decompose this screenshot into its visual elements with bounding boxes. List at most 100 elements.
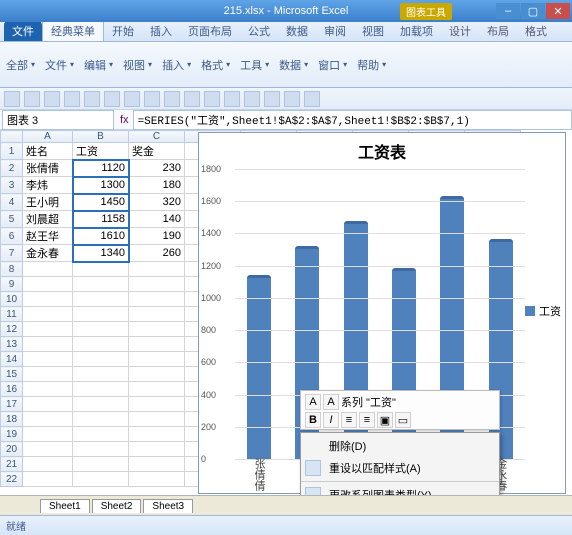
cell[interactable]: 1340 — [73, 245, 129, 262]
menu-edit[interactable]: 编辑 — [84, 57, 113, 73]
maximize-button[interactable]: ▢ — [521, 3, 545, 19]
cell[interactable]: 230 — [129, 160, 185, 177]
cell[interactable]: 赵王华 — [23, 228, 73, 245]
tab-file[interactable]: 文件 — [4, 21, 42, 41]
tab-classic-menu[interactable]: 经典菜单 — [42, 20, 104, 41]
sheet-tab[interactable]: Sheet2 — [92, 499, 142, 513]
tab-format[interactable]: 格式 — [517, 21, 555, 41]
chart-bar[interactable] — [247, 279, 271, 459]
cell[interactable]: 1610 — [73, 228, 129, 245]
menu-tools[interactable]: 工具 — [240, 57, 269, 73]
ctx-change-chart-type[interactable]: 更改系列图表类型(Y)... — [301, 484, 499, 495]
sheet-tab[interactable]: Sheet1 — [40, 499, 90, 513]
col-header[interactable]: C — [129, 131, 185, 143]
qat-icon[interactable] — [144, 91, 160, 107]
row-header[interactable]: 3 — [1, 177, 23, 194]
cell[interactable]: 190 — [129, 228, 185, 245]
tab-addins[interactable]: 加载项 — [392, 21, 441, 41]
menu-window[interactable]: 窗口 — [318, 57, 347, 73]
formula-input[interactable]: =SERIES("工资",Sheet1!$A$2:$A$7,Sheet1!$B$… — [133, 110, 572, 130]
align-icon[interactable]: ≡ — [359, 412, 375, 428]
qat-icon[interactable] — [244, 91, 260, 107]
name-box[interactable]: 图表 3 — [2, 110, 114, 130]
qat-icon[interactable] — [104, 91, 120, 107]
font-color-icon[interactable]: A — [305, 394, 321, 410]
border-icon[interactable]: ▭ — [395, 412, 411, 428]
bold-icon[interactable]: B — [305, 412, 321, 428]
row-header[interactable]: 1 — [1, 143, 23, 160]
cell[interactable]: 260 — [129, 245, 185, 262]
row-header[interactable]: 7 — [1, 245, 23, 262]
row-header[interactable]: 5 — [1, 211, 23, 228]
col-header[interactable]: B — [73, 131, 129, 143]
menu-file[interactable]: 文件 — [45, 57, 74, 73]
qat-icon[interactable] — [64, 91, 80, 107]
qat-icon[interactable] — [44, 91, 60, 107]
cell[interactable]: 张倩倩 — [23, 160, 73, 177]
menu-insert[interactable]: 插入 — [162, 57, 191, 73]
y-tick-label: 1400 — [201, 228, 221, 238]
cell[interactable]: 1450 — [73, 194, 129, 211]
menu-all[interactable]: 全部 — [6, 57, 35, 73]
tab-formulas[interactable]: 公式 — [240, 21, 278, 41]
minimize-button[interactable]: – — [496, 3, 520, 19]
qat-icon[interactable] — [164, 91, 180, 107]
chart-legend[interactable]: 工资 — [525, 303, 561, 319]
qat-icon[interactable] — [304, 91, 320, 107]
cell[interactable]: 王小明 — [23, 194, 73, 211]
tab-layout[interactable]: 布局 — [479, 21, 517, 41]
reset-icon — [305, 460, 321, 476]
cell[interactable]: 金永春 — [23, 245, 73, 262]
tab-view[interactable]: 视图 — [354, 21, 392, 41]
italic-icon[interactable]: I — [323, 412, 339, 428]
y-tick-label: 200 — [201, 422, 216, 432]
fx-icon[interactable]: fx — [116, 114, 133, 126]
legend-label: 工资 — [539, 303, 561, 319]
worksheet-grid[interactable]: A B C D E F G H I 1 姓名 工资 奖金 2 张倩倩 1120 … — [0, 130, 572, 495]
cell[interactable]: 李炜 — [23, 177, 73, 194]
menu-help[interactable]: 帮助 — [357, 57, 386, 73]
tab-data[interactable]: 数据 — [278, 21, 316, 41]
cell[interactable]: 1120 — [73, 160, 129, 177]
qat-icon[interactable] — [224, 91, 240, 107]
tab-page-layout[interactable]: 页面布局 — [180, 21, 240, 41]
cell[interactable]: 1158 — [73, 211, 129, 228]
fill-icon[interactable]: ▣ — [377, 412, 393, 428]
cell[interactable]: 180 — [129, 177, 185, 194]
row-header[interactable]: 2 — [1, 160, 23, 177]
ctx-reset-style[interactable]: 重设以匹配样式(A) — [301, 457, 499, 479]
qat-icon[interactable] — [264, 91, 280, 107]
qat-icon[interactable] — [84, 91, 100, 107]
qat-icon[interactable] — [124, 91, 140, 107]
qat-icon[interactable] — [184, 91, 200, 107]
legend-swatch-icon — [525, 306, 535, 316]
menu-data[interactable]: 数据 — [279, 57, 308, 73]
tab-review[interactable]: 审阅 — [316, 21, 354, 41]
qat-icon[interactable] — [204, 91, 220, 107]
cell[interactable]: 姓名 — [23, 143, 73, 160]
tab-insert[interactable]: 插入 — [142, 21, 180, 41]
cell[interactable]: 1300 — [73, 177, 129, 194]
cell[interactable]: 工资 — [73, 143, 129, 160]
row-header[interactable]: 6 — [1, 228, 23, 245]
decrease-font-icon[interactable]: A — [323, 394, 339, 410]
col-header[interactable]: A — [23, 131, 73, 143]
menu-view[interactable]: 视图 — [123, 57, 152, 73]
cell[interactable]: 刘晨超 — [23, 211, 73, 228]
align-icon[interactable]: ≡ — [341, 412, 357, 428]
close-button[interactable]: ✕ — [546, 3, 570, 19]
ctx-delete[interactable]: 删除(D) — [301, 435, 499, 457]
tab-design[interactable]: 设计 — [441, 21, 479, 41]
cell[interactable]: 奖金 — [129, 143, 185, 160]
sheet-tab[interactable]: Sheet3 — [143, 499, 193, 513]
menu-format[interactable]: 格式 — [201, 57, 230, 73]
cell[interactable]: 140 — [129, 211, 185, 228]
qat-icon[interactable] — [284, 91, 300, 107]
chart-title[interactable]: 工资表 — [199, 133, 565, 169]
cell[interactable]: 320 — [129, 194, 185, 211]
tab-home[interactable]: 开始 — [104, 21, 142, 41]
row-header[interactable]: 4 — [1, 194, 23, 211]
mini-toolbar[interactable]: A A 系列 "工资" B I ≡ ≡ ▣ ▭ — [300, 390, 500, 430]
qat-icon[interactable] — [4, 91, 20, 107]
qat-icon[interactable] — [24, 91, 40, 107]
